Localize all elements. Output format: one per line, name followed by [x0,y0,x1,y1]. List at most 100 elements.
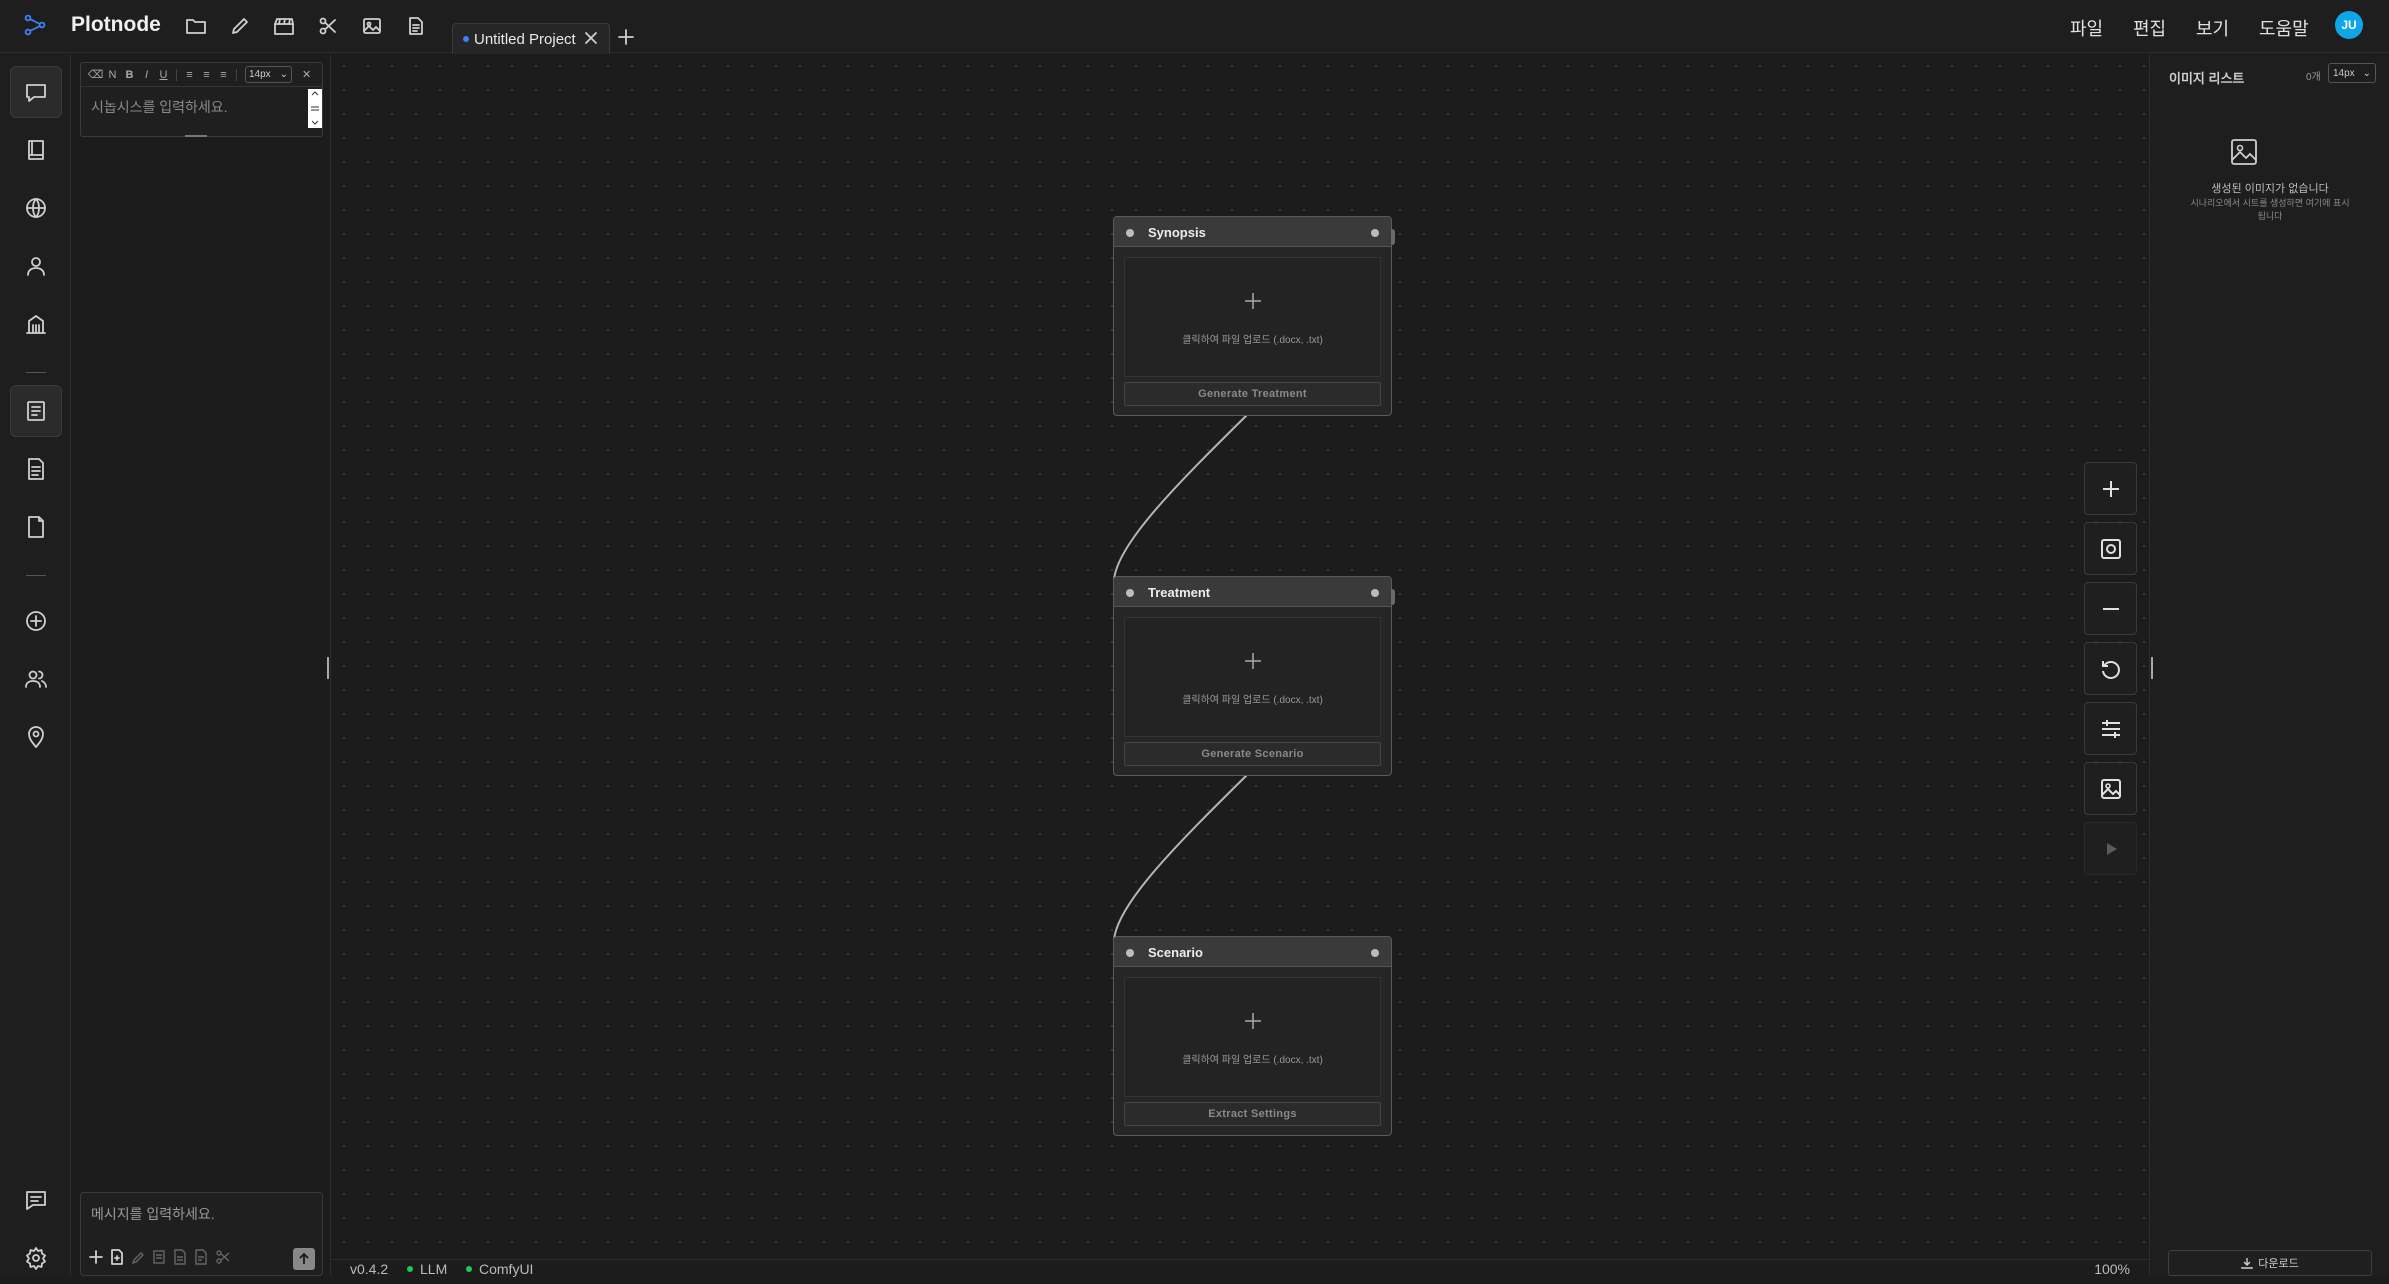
node-title: Scenario [1148,945,1203,960]
run-button[interactable] [2084,822,2137,875]
underline-button[interactable]: U [155,69,172,81]
output-handle[interactable] [1371,949,1379,957]
tab-untitled-project[interactable]: Untitled Project [452,23,610,54]
rail-settings-button[interactable] [10,1232,62,1284]
reset-view-button[interactable] [2084,642,2137,695]
sliders-icon [2101,719,2120,738]
menu-file[interactable]: 파일 [2070,15,2103,41]
attach-file-icon[interactable] [110,1249,124,1265]
rail-book-button[interactable] [10,124,62,176]
folder-icon[interactable] [183,13,209,39]
send-button[interactable] [293,1248,315,1270]
generate-treatment-button[interactable]: Generate Treatment [1124,382,1381,406]
clear-format-icon[interactable]: ⌫ [87,68,104,81]
editor-scrollbar[interactable] [308,89,322,128]
left-panel-splitter[interactable] [327,657,329,679]
auto-layout-button[interactable] [2084,702,2137,755]
editor-resize-handle[interactable] [185,135,207,137]
align-center-icon[interactable]: ≡ [198,69,215,81]
download-button[interactable]: 다운로드 [2168,1250,2372,1276]
rail-globe-button[interactable] [10,182,62,234]
attach-scenario-icon[interactable] [173,1249,187,1265]
clapperboard-icon[interactable] [271,13,297,39]
menu-help[interactable]: 도움말 [2259,15,2309,41]
synopsis-node[interactable]: Synopsis 클릭하여 파일 업로드 (.docx, .txt) Gener… [1113,216,1395,416]
chevron-down-icon: ⌄ [2362,67,2371,79]
file-upload-area[interactable]: 클릭하여 파일 업로드 (.docx, .txt) [1124,977,1381,1097]
document-icon[interactable] [403,13,429,39]
node-side-handle[interactable] [1391,589,1395,605]
edge-synopsis-treatment [1113,413,1249,581]
close-icon[interactable]: ✕ [302,68,311,81]
pencil-icon[interactable] [227,13,253,39]
toolbar-divider [176,68,177,81]
node-header[interactable]: Synopsis [1114,217,1391,247]
close-tab-icon[interactable] [583,30,599,46]
synopsis-input[interactable]: 시놉시스를 입력하세요. [91,97,228,117]
map-pin-icon [28,726,44,748]
rail-messages-button[interactable] [10,1174,62,1226]
plus-circle-icon [26,611,46,631]
file-lines-icon [28,458,44,480]
node-header[interactable]: Scenario [1114,937,1391,967]
attach-synopsis-icon[interactable] [131,1249,145,1265]
synopsis-editor: ⌫ N B I U ≡ ≡ ≡ 14px ⌄ ✕ 시놉시스를 입력하세요. [80,62,323,137]
rail-add-button[interactable] [10,595,62,647]
rail-users-button[interactable] [10,653,62,705]
chat-input[interactable]: 메시지를 입력하세요. [91,1204,215,1224]
plus-icon [1244,292,1262,310]
file-upload-area[interactable]: 클릭하여 파일 업로드 (.docx, .txt) [1124,257,1381,377]
output-handle[interactable] [1371,229,1379,237]
attach-scissors-icon[interactable] [215,1249,231,1265]
message-square-icon [26,1191,46,1210]
editor-toolbar: ⌫ N B I U ≡ ≡ ≡ 14px ⌄ ✕ [81,63,322,87]
input-handle[interactable] [1126,949,1134,957]
extract-settings-button[interactable]: Extract Settings [1124,1102,1381,1126]
fit-view-button[interactable] [2084,522,2137,575]
user-avatar[interactable]: JU [2335,11,2363,39]
zoom-in-button[interactable] [2084,462,2137,515]
file-upload-area[interactable]: 클릭하여 파일 업로드 (.docx, .txt) [1124,617,1381,737]
bold-button[interactable]: B [121,69,138,81]
generate-scenario-button[interactable]: Generate Scenario [1124,742,1381,766]
input-handle[interactable] [1126,589,1134,597]
menu-view[interactable]: 보기 [2196,15,2229,41]
plus-icon[interactable] [89,1250,103,1264]
image-panel-button[interactable] [2084,762,2137,815]
image-size-value: 14px [2333,67,2355,79]
attach-doc-icon[interactable] [194,1249,208,1265]
plotnode-logo-icon [24,14,46,36]
scissors-icon[interactable] [315,13,341,39]
rail-building-button[interactable] [10,298,62,350]
node-side-handle[interactable] [1391,229,1395,245]
input-handle[interactable] [1126,229,1134,237]
right-panel-splitter[interactable] [2151,657,2153,679]
node-header[interactable]: Treatment [1114,577,1391,607]
edge-treatment-scenario [1113,773,1249,941]
output-handle[interactable] [1371,589,1379,597]
image-list-panel: 이미지 리스트 0개 14px ⌄ 생성된 이미지가 없습니다 시나리오에서 시… [2149,54,2389,1276]
treatment-node[interactable]: Treatment 클릭하여 파일 업로드 (.docx, .txt) Gene… [1113,576,1395,776]
menu-edit[interactable]: 편집 [2133,15,2166,41]
rail-synopsis-button[interactable] [10,385,62,437]
rail-location-button[interactable] [10,711,62,763]
rail-person-button[interactable] [10,240,62,292]
image-size-select[interactable]: 14px ⌄ [2328,63,2376,83]
add-tab-icon[interactable] [617,28,635,46]
italic-button[interactable]: I [138,69,155,81]
align-right-icon[interactable]: ≡ [215,69,232,81]
app-title: Plotnode [71,13,161,36]
rail-scenario-button[interactable] [10,501,62,553]
scenario-node[interactable]: Scenario 클릭하여 파일 업로드 (.docx, .txt) Extra… [1113,936,1392,1136]
node-canvas[interactable]: Synopsis 클릭하여 파일 업로드 (.docx, .txt) Gener… [332,54,2148,1258]
empty-state-title: 생성된 이미지가 없습니다 [2211,183,2329,195]
plus-icon [1244,1012,1262,1030]
rail-chat-button[interactable] [10,66,62,118]
zoom-out-button[interactable] [2084,582,2137,635]
rail-treatment-button[interactable] [10,443,62,495]
image-icon[interactable] [359,13,385,39]
attach-treatment-icon[interactable] [152,1249,166,1265]
font-size-select[interactable]: 14px ⌄ [245,66,292,83]
align-left-icon[interactable]: ≡ [181,69,198,81]
normal-button[interactable]: N [104,69,121,81]
